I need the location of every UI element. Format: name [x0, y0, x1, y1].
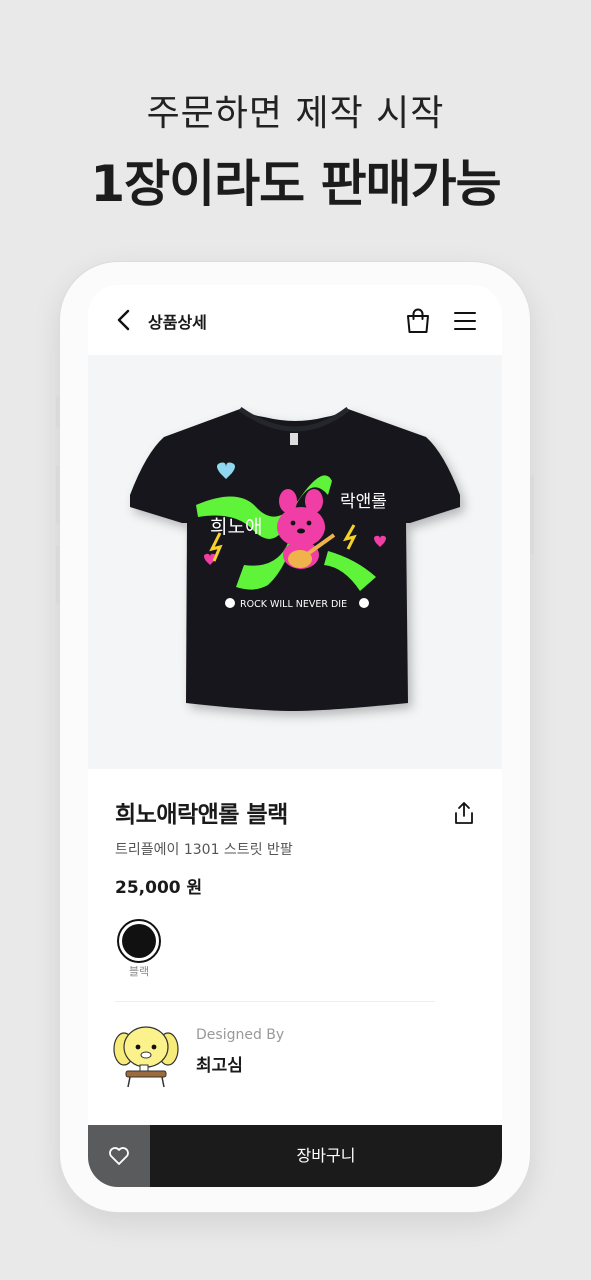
share-icon[interactable]: [451, 800, 477, 826]
hamburger-menu-icon[interactable]: [452, 309, 478, 333]
designed-by-label: Designed By: [196, 1027, 285, 1043]
print-text-korean-left: 희노애: [210, 516, 262, 538]
product-price: 25,000 원: [115, 878, 203, 898]
designer-avatar[interactable]: [110, 1019, 182, 1091]
product-info: 희노애락앤롤 블랙 트리플에이 1301 스트릿 반팔 25,000 원: [115, 795, 475, 898]
app-header: 상품상세: [88, 285, 502, 355]
phone-side-button: [530, 475, 534, 555]
app-screen: 상품상세 희노애 락앤롤 ROCK WILL NEVER DIE 희노애락앤롤 …: [88, 285, 502, 1187]
phone-side-button: [56, 395, 60, 429]
product-name: 희노애락앤롤 블랙: [115, 802, 288, 828]
product-image: 희노애 락앤롤 ROCK WILL NEVER DIE: [88, 355, 502, 769]
product-subtitle: 트리플에이 1301 스트릿 반팔: [115, 842, 293, 858]
page-title: 상품상세: [148, 313, 207, 332]
phone-side-button: [56, 545, 60, 605]
bottom-action-bar: 장바구니: [88, 1125, 502, 1187]
divider: [115, 1001, 435, 1002]
chevron-left-icon[interactable]: [112, 307, 136, 333]
color-swatch-fill: [122, 924, 156, 958]
print-text-english: ROCK WILL NEVER DIE: [240, 599, 347, 610]
color-swatch-black[interactable]: [117, 919, 161, 963]
like-button[interactable]: [88, 1125, 150, 1187]
phone-side-button: [56, 465, 60, 525]
shopping-bag-icon[interactable]: [404, 307, 432, 335]
tshirt-image: 희노애 락앤롤 ROCK WILL NEVER DIE: [130, 406, 460, 711]
color-swatch-label: 블랙: [128, 965, 150, 978]
print-text-korean-right: 락앤롤: [340, 492, 387, 512]
promo-subtitle: 주문하면 제작 시작: [146, 93, 445, 134]
designer-name[interactable]: 최고심: [196, 1051, 243, 1076]
heart-outline-icon: [109, 1147, 129, 1165]
promo-title: 1장이라도 판매가능: [90, 155, 501, 213]
add-to-cart-button[interactable]: 장바구니: [150, 1125, 502, 1187]
